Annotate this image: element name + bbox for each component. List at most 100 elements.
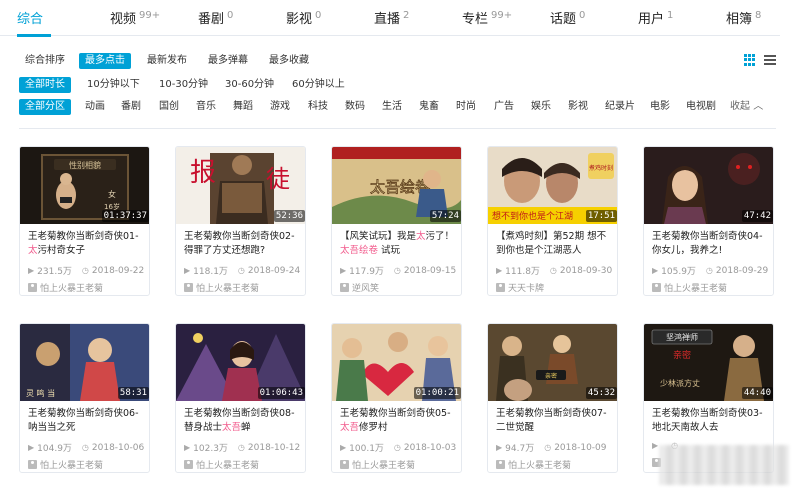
video-card[interactable]: 01:00:21 王老菊教你当断剑奇侠05- 太吾修罗村 ▶ 100.1万 ◷ 2018…	[331, 323, 462, 473]
upload-date: 2018-09-30	[559, 265, 613, 276]
zone-item[interactable]: 游戏	[266, 99, 294, 115]
video-title[interactable]: 王老菊教你当断剑奇侠05- 太吾修罗村	[340, 407, 458, 435]
title-keyword: 太	[416, 231, 426, 242]
video-thumbnail[interactable]: 报 徒 52:36	[176, 147, 305, 224]
video-card[interactable]: 亲密 45:32 王老菊教你当断剑奇侠07-二世觉醒 ▶ 94.7万 ◷ 2018-1…	[487, 323, 618, 473]
tab-movie[interactable]: 影视 0	[286, 8, 321, 27]
video-card[interactable]: 太吾绘卷 57:24 【风笑试玩】我是太污了！ 太吾绘卷 试玩 ▶ 117.9万 ◷ 2…	[331, 146, 462, 296]
zone-item[interactable]: 电影	[646, 99, 674, 115]
uploader[interactable]: 天天卡牌	[496, 281, 544, 294]
tab-article[interactable]: 专栏 99+	[462, 8, 512, 27]
zone-all[interactable]: 全部分区	[19, 99, 71, 115]
video-card[interactable]: 报 徒 52:36 王老菊教你当断剑奇侠02-得罪了方丈还想跑? ▶ 118.1万…	[175, 146, 306, 296]
zone-item[interactable]: 鬼畜	[415, 99, 443, 115]
video-thumbnail[interactable]: 亲密 45:32	[488, 324, 617, 401]
video-title[interactable]: 王老菊教你当断剑奇侠02-得罪了方丈还想跑?	[184, 230, 302, 258]
tab-count: 99+	[139, 10, 161, 21]
zone-item[interactable]: 时尚	[452, 99, 480, 115]
video-title[interactable]: 【风笑试玩】我是太污了！ 太吾绘卷 试玩	[340, 230, 458, 258]
zone-item[interactable]: 娱乐	[527, 99, 555, 115]
tab-label: 用户	[638, 12, 665, 27]
uploader-name: 逆风笑	[352, 284, 380, 294]
uploader[interactable]: 怕上火暴王老菊	[652, 281, 727, 294]
zone-item[interactable]: 生活	[378, 99, 406, 115]
tab-album[interactable]: 相簿 8	[726, 8, 761, 27]
zone-item[interactable]: 影视	[564, 99, 592, 115]
video-card[interactable]: 47:42 王老菊教你当断剑奇侠04-你女儿，我养之! ▶ 105.9万 ◷ 2018…	[643, 146, 774, 296]
video-title[interactable]: 王老菊教你当断剑奇侠03-地北天南故人去	[652, 407, 770, 435]
zone-item[interactable]: 纪录片	[601, 99, 639, 115]
sort-default[interactable]: 综合排序	[21, 53, 69, 69]
video-title[interactable]: 王老菊教你当断剑奇侠07-二世觉醒	[496, 407, 614, 435]
view-count: 105.9万	[661, 267, 696, 277]
video-title[interactable]: 王老菊教你当断剑奇侠08-替身战士太吾蝉	[184, 407, 302, 435]
list-view-icon[interactable]	[764, 54, 776, 66]
video-thumbnail[interactable]: 太吾绘卷 57:24	[332, 147, 461, 224]
duration-all[interactable]: 全部时长	[19, 77, 71, 93]
tab-user[interactable]: 用户 1	[638, 8, 673, 27]
upload-date: 2018-09-22	[91, 265, 145, 276]
zone-item[interactable]: 音乐	[192, 99, 220, 115]
tab-video[interactable]: 视频 99+	[110, 8, 160, 27]
thumb-caption: 想不到你也是个江湖	[492, 210, 573, 222]
tab-live[interactable]: 直播 2	[374, 8, 409, 27]
tab-all[interactable]: 综合	[17, 8, 43, 27]
collapse-toggle[interactable]: 收起 ︿	[730, 99, 763, 115]
title-text: 【煮鸡时刻】第52期 想不到你也是个江湖恶人	[496, 231, 607, 256]
uploader-name: 怕上火暴王老菊	[664, 284, 728, 294]
video-title[interactable]: 王老菊教你当断剑奇侠01- 太污村奇女子	[28, 230, 146, 258]
zone-item[interactable]: 数码	[341, 99, 369, 115]
duration-10-30[interactable]: 10-30分钟	[155, 77, 212, 93]
video-thumbnail[interactable]: 性别相貌 女 16岁 01:37:37	[20, 147, 149, 224]
tab-topic[interactable]: 话题 0	[550, 8, 585, 27]
video-duration: 01:37:37	[101, 210, 149, 222]
uploader-icon	[496, 460, 505, 469]
sort-newest[interactable]: 最新发布	[143, 53, 191, 69]
duration-under-10[interactable]: 10分钟以下	[83, 77, 144, 93]
play-count-icon: ▶	[340, 266, 347, 275]
video-thumbnail[interactable]: 01:00:21	[332, 324, 461, 401]
thumb-caption: 性别相貌	[69, 160, 101, 170]
zone-item[interactable]: 科技	[304, 99, 332, 115]
zone-item[interactable]: 广告	[490, 99, 518, 115]
grid-view-icon[interactable]	[744, 54, 756, 66]
uploader-icon	[652, 283, 661, 292]
video-thumbnail[interactable]: 煮鸡时刻 想不到你也是个江湖 17:51	[488, 147, 617, 224]
video-card[interactable]: 01:06:43 王老菊教你当断剑奇侠08-替身战士太吾蝉 ▶ 102.3万 ◷ 20…	[175, 323, 306, 473]
sort-most-clicks[interactable]: 最多点击	[79, 53, 131, 69]
uploader[interactable]: 怕上火暴王老菊	[28, 281, 103, 294]
video-thumbnail[interactable]: 灵 鸣 当 58:31	[20, 324, 149, 401]
zone-item[interactable]: 国创	[155, 99, 183, 115]
video-card[interactable]: 灵 鸣 当 58:31 王老菊教你当断剑奇侠06-呐当当之死 ▶ 104.9万 ◷ 2…	[19, 323, 150, 473]
video-thumbnail[interactable]: 坚鸿禅师 亲密 少林派方丈 44:40	[644, 324, 773, 401]
title-text: 王老菊教你当断剑奇侠02-得罪了方丈还想跑?	[184, 231, 295, 256]
video-title[interactable]: 【煮鸡时刻】第52期 想不到你也是个江湖恶人	[496, 230, 614, 258]
video-card[interactable]: 性别相貌 女 16岁 01:37:37 王老菊教你当断剑奇侠01-太污村奇女子 …	[19, 146, 150, 296]
title-text: 王老菊教你当断剑奇侠04-你女儿，我养之!	[652, 231, 763, 256]
video-card[interactable]: 煮鸡时刻 想不到你也是个江湖 17:51 【煮鸡时刻】第52期 想不到你也是个江…	[487, 146, 618, 296]
sort-most-favorites[interactable]: 最多收藏	[265, 53, 313, 69]
video-thumbnail[interactable]: 47:42	[644, 147, 773, 224]
uploader[interactable]: 怕上火暴王老菊	[184, 281, 259, 294]
duration-30-60[interactable]: 30-60分钟	[221, 77, 278, 93]
uploader[interactable]: 怕上火暴王老菊	[28, 458, 103, 471]
video-title[interactable]: 王老菊教你当断剑奇侠06-呐当当之死	[28, 407, 146, 435]
uploader[interactable]: 逆风笑	[340, 281, 379, 294]
view-count: 111.8万	[505, 267, 540, 277]
sort-most-danmaku[interactable]: 最多弹幕	[204, 53, 252, 69]
uploader-icon	[184, 460, 193, 469]
video-thumbnail[interactable]: 01:06:43	[176, 324, 305, 401]
zone-item[interactable]: 动画	[81, 99, 109, 115]
uploader[interactable]: 怕上火暴王老菊	[184, 458, 259, 471]
duration-over-60[interactable]: 60分钟以上	[288, 77, 349, 93]
uploader-name: 怕上火暴王老菊	[40, 461, 104, 471]
uploader[interactable]: 怕上火暴王老菊	[340, 458, 415, 471]
zone-item[interactable]: 电视剧	[682, 99, 720, 115]
uploader[interactable]: 怕上火暴王老菊	[496, 458, 571, 471]
zone-item[interactable]: 番剧	[117, 99, 145, 115]
video-title[interactable]: 王老菊教你当断剑奇侠04-你女儿，我养之!	[652, 230, 770, 258]
chevron-up-icon: ︿	[753, 101, 764, 112]
zone-item[interactable]: 舞蹈	[229, 99, 257, 115]
tab-bangumi[interactable]: 番剧 0	[198, 8, 233, 27]
view-count: 94.7万	[505, 444, 535, 454]
